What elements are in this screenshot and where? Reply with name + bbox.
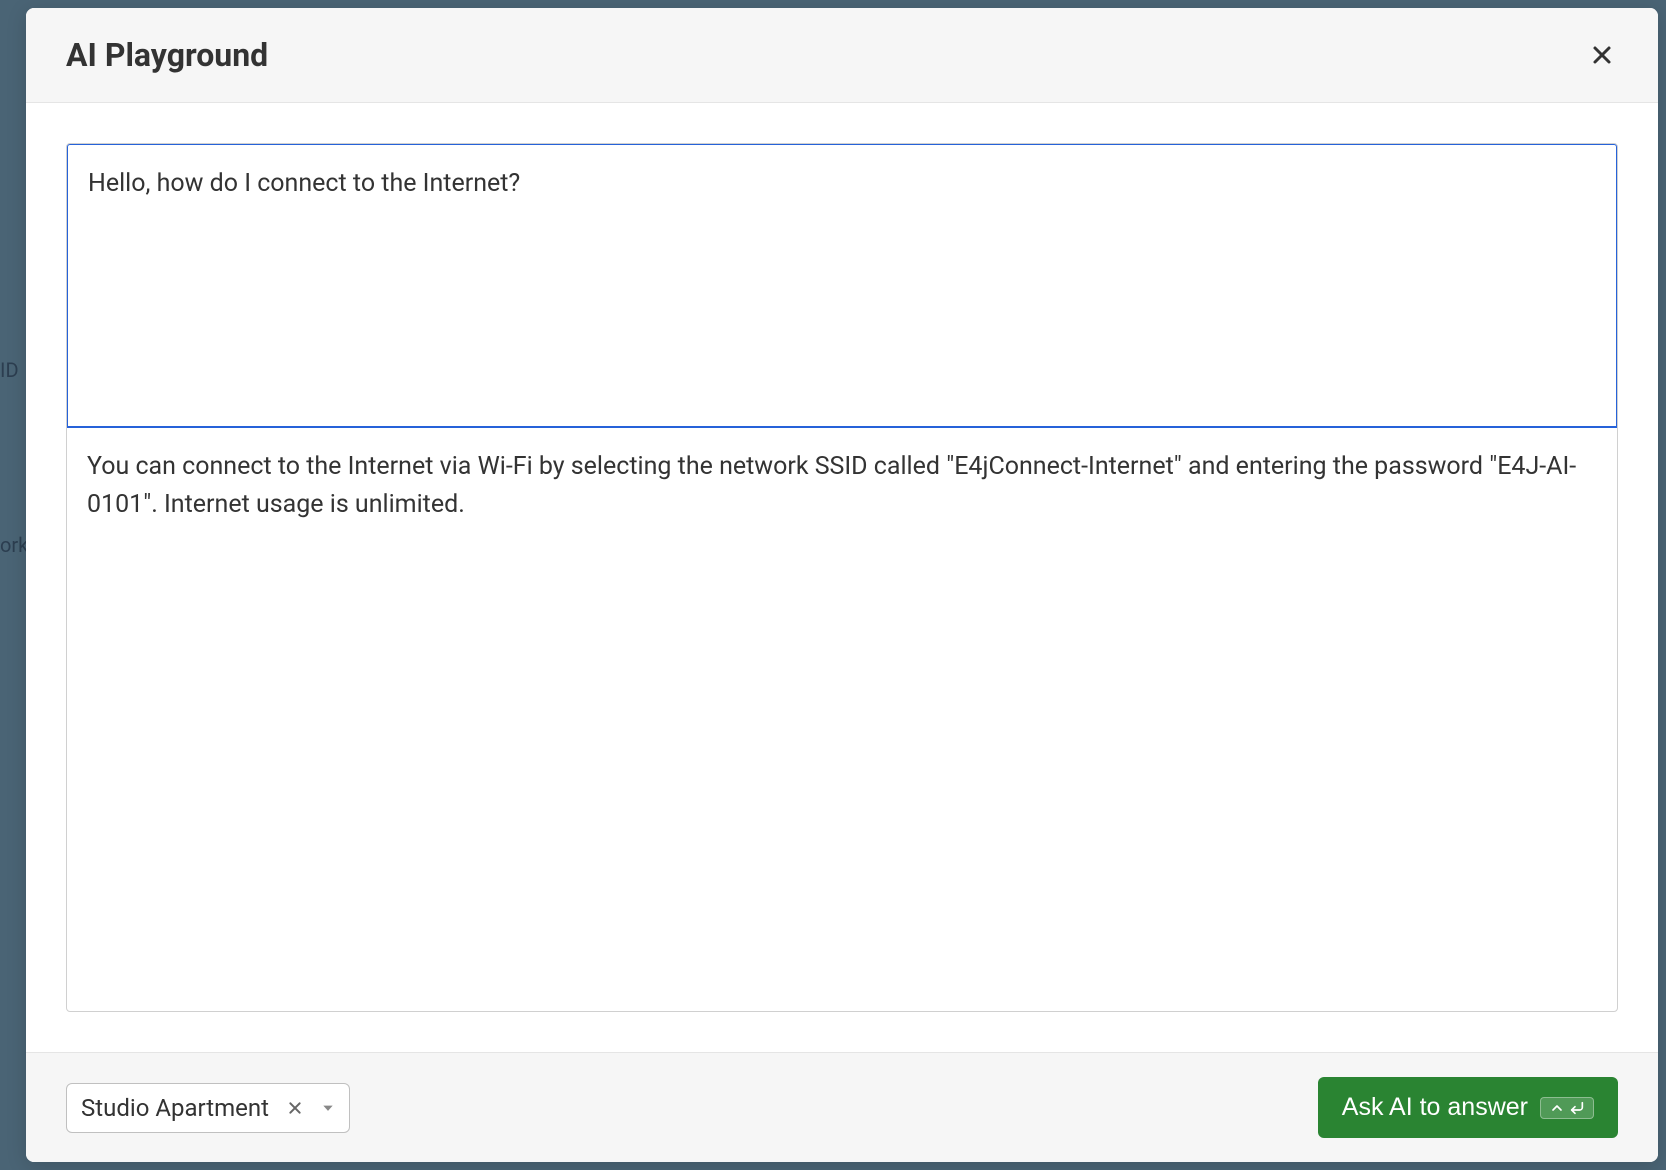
close-button[interactable] bbox=[1586, 39, 1618, 71]
select-value: Studio Apartment bbox=[81, 1094, 269, 1122]
playground-container: You can connect to the Internet via Wi-F… bbox=[66, 143, 1618, 1012]
close-icon bbox=[287, 1100, 303, 1116]
select-clear-button[interactable] bbox=[287, 1100, 303, 1116]
ask-button-label: Ask AI to answer bbox=[1342, 1093, 1528, 1122]
ai-response-output: You can connect to the Internet via Wi-F… bbox=[67, 428, 1617, 1011]
modal-body: You can connect to the Internet via Wi-F… bbox=[26, 103, 1658, 1052]
ask-ai-button[interactable]: Ask AI to answer bbox=[1318, 1077, 1618, 1138]
enter-key-icon bbox=[1569, 1100, 1585, 1116]
background-label-id: ID bbox=[0, 358, 19, 382]
ai-playground-modal: AI Playground You can connect to the Int… bbox=[26, 8, 1658, 1162]
background-label-ork: ork bbox=[0, 533, 28, 557]
chevron-down-icon bbox=[321, 1101, 335, 1115]
modal-title: AI Playground bbox=[66, 36, 268, 74]
select-chevron bbox=[321, 1101, 335, 1115]
room-type-select[interactable]: Studio Apartment bbox=[66, 1083, 350, 1133]
control-key-icon bbox=[1549, 1100, 1565, 1116]
keyboard-shortcut-badge bbox=[1540, 1097, 1594, 1119]
modal-footer: Studio Apartment Ask AI to answer bbox=[26, 1052, 1658, 1162]
modal-header: AI Playground bbox=[26, 8, 1658, 103]
close-icon bbox=[1590, 43, 1614, 67]
prompt-input[interactable] bbox=[66, 143, 1618, 428]
